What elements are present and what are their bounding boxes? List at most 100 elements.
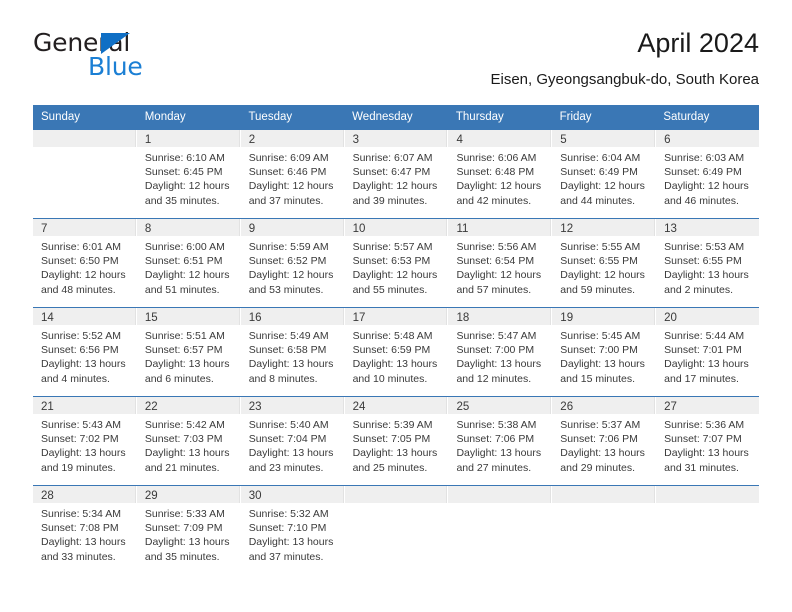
calendar-page: General Blue April 2024 Eisen, Gyeongsan…	[0, 0, 792, 612]
day-cell-22[interactable]: 22 Sunrise: 5:42 AM Sunset: 7:03 PM Dayligh…	[135, 397, 240, 485]
day-cell-21[interactable]: 21 Sunrise: 5:43 AM Sunset: 7:02 PM Dayligh…	[33, 397, 136, 485]
sunrise-text: Sunrise: 5:39 AM	[352, 419, 433, 431]
day-cell-5[interactable]: 5 Sunrise: 6:04 AM Sunset: 6:49 PM Daylight…	[551, 130, 656, 218]
day-cell-3[interactable]: 3 Sunrise: 6:07 AM Sunset: 6:47 PM Daylight…	[343, 130, 448, 218]
day-cell-body: Sunrise: 5:47 AM Sunset: 7:00 PM Daylight:…	[448, 325, 551, 386]
daylight-text-line1: Daylight: 13 hours	[248, 447, 334, 460]
day-cell-19[interactable]: 19 Sunrise: 5:45 AM Sunset: 7:00 PM Dayligh…	[551, 308, 656, 396]
day-number-band: 16	[240, 308, 344, 325]
day-cell-28[interactable]: 28 Sunrise: 5:34 AM Sunset: 7:08 PM Dayligh…	[33, 486, 136, 574]
day-number: 17	[352, 312, 366, 324]
daylight-text-line1: Daylight: 13 hours	[352, 358, 438, 371]
sunset-text: Sunset: 6:54 PM	[456, 255, 535, 268]
day-cell-1[interactable]: 1 Sunrise: 6:10 AM Sunset: 6:45 PM Daylight…	[135, 130, 240, 218]
day-cell-15[interactable]: 15 Sunrise: 5:51 AM Sunset: 6:57 PM Dayligh…	[135, 308, 240, 396]
day-cell-23[interactable]: 23 Sunrise: 5:40 AM Sunset: 7:04 PM Dayligh…	[239, 397, 344, 485]
sunrise-text: Sunrise: 5:48 AM	[352, 330, 433, 342]
sunrise-text: Sunrise: 5:49 AM	[248, 330, 329, 342]
daylight-text-line1: Daylight: 13 hours	[560, 358, 645, 371]
daylight-text-line2: and 57 minutes.	[456, 283, 532, 296]
logo[interactable]: General Blue	[33, 30, 203, 86]
week-cells: 1 Sunrise: 6:10 AM Sunset: 6:45 PM Daylight…	[33, 130, 760, 218]
day-number: 5	[560, 134, 567, 146]
day-cell-4[interactable]: 4 Sunrise: 6:06 AM Sunset: 6:48 PM Daylight…	[447, 130, 552, 218]
daylight-text-line2: and 19 minutes.	[41, 461, 116, 474]
day-cell-empty	[343, 486, 448, 574]
sunrise-text: Sunrise: 5:32 AM	[248, 508, 329, 520]
day-cell-29[interactable]: 29 Sunrise: 5:33 AM Sunset: 7:09 PM Dayligh…	[135, 486, 240, 574]
page-subtitle: Eisen, Gyeongsangbuk-do, South Korea	[490, 71, 759, 88]
day-number-band: 17	[344, 308, 448, 325]
day-cell-27[interactable]: 27 Sunrise: 5:36 AM Sunset: 7:07 PM Dayligh…	[655, 397, 760, 485]
day-cell-8[interactable]: 8 Sunrise: 6:00 AM Sunset: 6:51 PM Daylight…	[135, 219, 240, 307]
day-number-band: 9	[240, 219, 344, 236]
day-cell-body: Sunrise: 5:53 AM Sunset: 6:55 PM Daylight:…	[656, 236, 759, 297]
day-cell-6[interactable]: 6 Sunrise: 6:03 AM Sunset: 6:49 PM Daylight…	[655, 130, 760, 218]
sunset-text: Sunset: 7:06 PM	[456, 433, 535, 446]
day-number: 4	[456, 134, 463, 146]
day-cell-9[interactable]: 9 Sunrise: 5:59 AM Sunset: 6:52 PM Daylight…	[239, 219, 344, 307]
day-cell-14[interactable]: 14 Sunrise: 5:52 AM Sunset: 6:56 PM Dayligh…	[33, 308, 136, 396]
sunset-text: Sunset: 6:55 PM	[560, 255, 638, 268]
sunrise-text: Sunrise: 5:53 AM	[664, 241, 745, 253]
day-cell-26[interactable]: 26 Sunrise: 5:37 AM Sunset: 7:06 PM Dayligh…	[551, 397, 656, 485]
daylight-text-line2: and 21 minutes.	[144, 461, 220, 474]
day-cell-20[interactable]: 20 Sunrise: 5:44 AM Sunset: 7:01 PM Dayligh…	[655, 308, 760, 396]
sunset-text: Sunset: 7:01 PM	[664, 344, 742, 357]
title-block: April 2024 Eisen, Gyeongsangbuk-do, Sout…	[490, 26, 759, 89]
day-cell-16[interactable]: 16 Sunrise: 5:49 AM Sunset: 6:58 PM Dayligh…	[239, 308, 344, 396]
week-cells: 21 Sunrise: 5:43 AM Sunset: 7:02 PM Dayligh…	[33, 397, 760, 485]
day-cell-10[interactable]: 10 Sunrise: 5:57 AM Sunset: 6:53 PM Dayligh…	[343, 219, 448, 307]
day-cell-empty	[655, 486, 760, 574]
sunrise-text: Sunrise: 5:38 AM	[456, 419, 537, 431]
day-number: 27	[664, 401, 677, 413]
day-cell-2[interactable]: 2 Sunrise: 6:09 AM Sunset: 6:46 PM Daylight…	[239, 130, 344, 218]
daylight-text-line1: Daylight: 13 hours	[41, 536, 126, 549]
daylight-text-line2: and 4 minutes.	[41, 372, 110, 385]
daylight-text-line1: Daylight: 13 hours	[664, 447, 749, 460]
sunrise-text: Sunrise: 5:34 AM	[41, 508, 121, 520]
day-number: 1	[144, 134, 152, 146]
daylight-text-line2: and 29 minutes.	[560, 461, 636, 474]
day-number: 20	[664, 312, 677, 324]
day-cell-17[interactable]: 17 Sunrise: 5:48 AM Sunset: 6:59 PM Dayligh…	[343, 308, 448, 396]
day-cell-empty	[551, 486, 656, 574]
daylight-text-line2: and 31 minutes.	[664, 461, 739, 474]
day-number: 25	[456, 401, 470, 413]
sunset-text: Sunset: 7:04 PM	[248, 433, 327, 446]
day-number-band	[448, 486, 552, 503]
day-number: 23	[248, 401, 262, 413]
day-cell-body: Sunrise: 5:33 AM Sunset: 7:09 PM Daylight:…	[137, 503, 240, 564]
daylight-text-line2: and 17 minutes.	[664, 372, 739, 385]
daylight-text-line1: Daylight: 12 hours	[352, 269, 438, 282]
daylight-text-line2: and 6 minutes.	[144, 372, 214, 385]
calendar-week-row: 14 Sunrise: 5:52 AM Sunset: 6:56 PM Dayligh…	[33, 307, 760, 396]
day-number-band	[552, 486, 656, 503]
sunrise-text: Sunrise: 6:09 AM	[248, 152, 329, 164]
week-cells: 7 Sunrise: 6:01 AM Sunset: 6:50 PM Daylight…	[33, 219, 760, 307]
day-cell-7[interactable]: 7 Sunrise: 6:01 AM Sunset: 6:50 PM Daylight…	[33, 219, 136, 307]
sunset-text: Sunset: 7:08 PM	[41, 522, 119, 535]
day-cell-body: Sunrise: 5:48 AM Sunset: 6:59 PM Daylight:…	[345, 325, 448, 386]
day-cell-25[interactable]: 25 Sunrise: 5:38 AM Sunset: 7:06 PM Dayligh…	[447, 397, 552, 485]
sunrise-text: Sunrise: 5:40 AM	[248, 419, 329, 431]
calendar-week-row: 1 Sunrise: 6:10 AM Sunset: 6:45 PM Daylight…	[33, 130, 760, 218]
daylight-text-line1: Daylight: 12 hours	[144, 269, 230, 282]
day-cell-empty	[33, 130, 136, 218]
day-cell-30[interactable]: 30 Sunrise: 5:32 AM Sunset: 7:10 PM Dayligh…	[239, 486, 344, 574]
day-cell-11[interactable]: 11 Sunrise: 5:56 AM Sunset: 6:54 PM Dayligh…	[447, 219, 552, 307]
daylight-text-line2: and 53 minutes.	[248, 283, 324, 296]
day-number-band: 7	[33, 219, 136, 236]
calendar-grid: Sunday Monday Tuesday Wednesday Thursday Frid…	[33, 105, 760, 574]
day-number: 11	[456, 223, 469, 235]
daylight-text-line1: Daylight: 12 hours	[456, 269, 542, 282]
day-cell-13[interactable]: 13 Sunrise: 5:53 AM Sunset: 6:55 PM Dayligh…	[655, 219, 760, 307]
daylight-text-line1: Daylight: 12 hours	[41, 269, 126, 282]
sunrise-text: Sunrise: 6:00 AM	[144, 241, 225, 253]
day-cell-12[interactable]: 12 Sunrise: 5:55 AM Sunset: 6:55 PM Dayligh…	[551, 219, 656, 307]
day-cell-18[interactable]: 18 Sunrise: 5:47 AM Sunset: 7:00 PM Dayligh…	[447, 308, 552, 396]
day-cell-body: Sunrise: 5:42 AM Sunset: 7:03 PM Daylight:…	[137, 414, 240, 475]
day-cell-24[interactable]: 24 Sunrise: 5:39 AM Sunset: 7:05 PM Dayligh…	[343, 397, 448, 485]
day-number-band: 4	[448, 130, 552, 147]
day-number-band: 6	[656, 130, 760, 147]
